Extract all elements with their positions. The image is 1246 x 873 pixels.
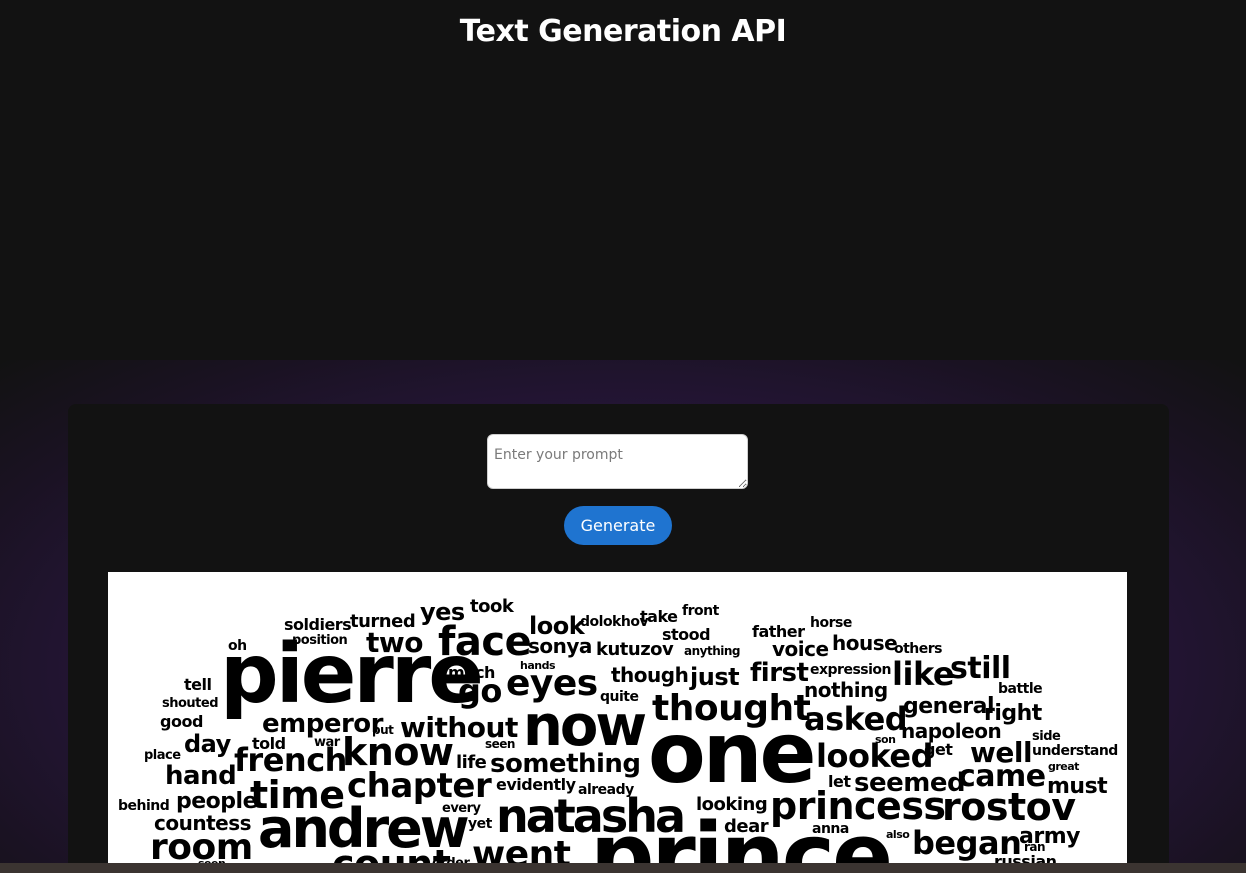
word-cloud-word: yes (420, 598, 465, 626)
word-cloud-word: war (314, 735, 341, 750)
page: Text Generation API Generate pierreonepr… (0, 0, 1246, 873)
prompt-input[interactable] (487, 434, 748, 489)
word-cloud-word: house (832, 631, 897, 655)
page-title: Text Generation API (459, 14, 787, 49)
word-cloud-word: general (903, 694, 994, 719)
word-cloud-word: anything (684, 644, 740, 658)
word-cloud-word: nothing (804, 678, 888, 702)
word-cloud-word: battle (998, 681, 1042, 697)
word-cloud-word: stood (662, 625, 710, 644)
word-cloud-word: place (144, 748, 181, 763)
word-cloud-word: right (984, 701, 1043, 726)
word-cloud-word: let (828, 772, 851, 791)
word-cloud-word: position (292, 633, 348, 648)
word-cloud-word: great (1048, 760, 1079, 773)
word-cloud-word: must (1047, 774, 1108, 799)
word-cloud-word: told (252, 734, 286, 753)
word-cloud-word: son (875, 733, 895, 746)
word-cloud-word: day (184, 730, 232, 758)
word-cloud-word: tell (184, 675, 211, 694)
word-cloud-word: shouted (162, 696, 218, 711)
word-cloud-word: yet (468, 816, 493, 832)
word-cloud-word: time (250, 773, 345, 817)
word-cloud-word: others (894, 641, 942, 657)
word-cloud-word: evidently (496, 775, 577, 794)
word-cloud-word: quite (600, 689, 638, 705)
word-cloud-word: put (372, 723, 394, 737)
word-cloud-word: get (924, 740, 953, 759)
word-cloud-word: every (442, 801, 482, 816)
word-cloud-word: looking (696, 794, 767, 815)
word-cloud-word: thought (652, 688, 811, 729)
word-cloud-svg: pierreoneprincenowandrew natasha princessr… (118, 596, 1118, 863)
word-cloud-word: took (470, 596, 515, 617)
word-cloud-word: behind (118, 798, 169, 814)
word-cloud-word: front (682, 603, 720, 619)
word-cloud-word: went (472, 834, 571, 863)
word-cloud-word: hands (520, 659, 556, 672)
word-cloud-word: expression (810, 662, 891, 678)
generate-button[interactable]: Generate (564, 506, 672, 545)
word-cloud-word: father (752, 622, 805, 641)
word-cloud-word: horse (810, 615, 852, 631)
word-cloud-word: seemed (854, 768, 965, 798)
word-cloud-word: like (892, 655, 954, 693)
word-cloud-word: order (432, 856, 470, 863)
bottom-taskbar (0, 863, 1246, 873)
word-cloud-word: sonya (528, 634, 592, 658)
word-cloud-word: understand (1032, 743, 1118, 759)
word-cloud-word: good (160, 712, 203, 731)
word-cloud-word: countess (154, 811, 251, 835)
word-cloud-word: soldiers (284, 615, 351, 634)
word-cloud-word: seen (485, 737, 515, 751)
word-cloud-word: also (886, 828, 910, 841)
word-cloud-word: first (750, 658, 809, 688)
word-cloud-word: life (456, 752, 487, 773)
word-cloud-word: already (578, 782, 634, 798)
word-cloud-image: pierre one prince now andrew natasha princess r… (108, 572, 1127, 863)
word-cloud-word: oh (228, 638, 247, 654)
word-cloud-word: much (448, 663, 495, 682)
word-cloud-word: russian (994, 852, 1057, 863)
word-cloud-word: side (1032, 729, 1061, 744)
word-cloud-word: hand (165, 761, 236, 791)
word-cloud-word: though (611, 663, 688, 687)
word-cloud-word: dolokhov (580, 614, 648, 630)
word-cloud-word: dear (724, 816, 769, 837)
word-cloud-word: turned (350, 611, 415, 632)
word-cloud-word: just (689, 663, 739, 691)
word-cloud-word: anna (812, 821, 849, 837)
